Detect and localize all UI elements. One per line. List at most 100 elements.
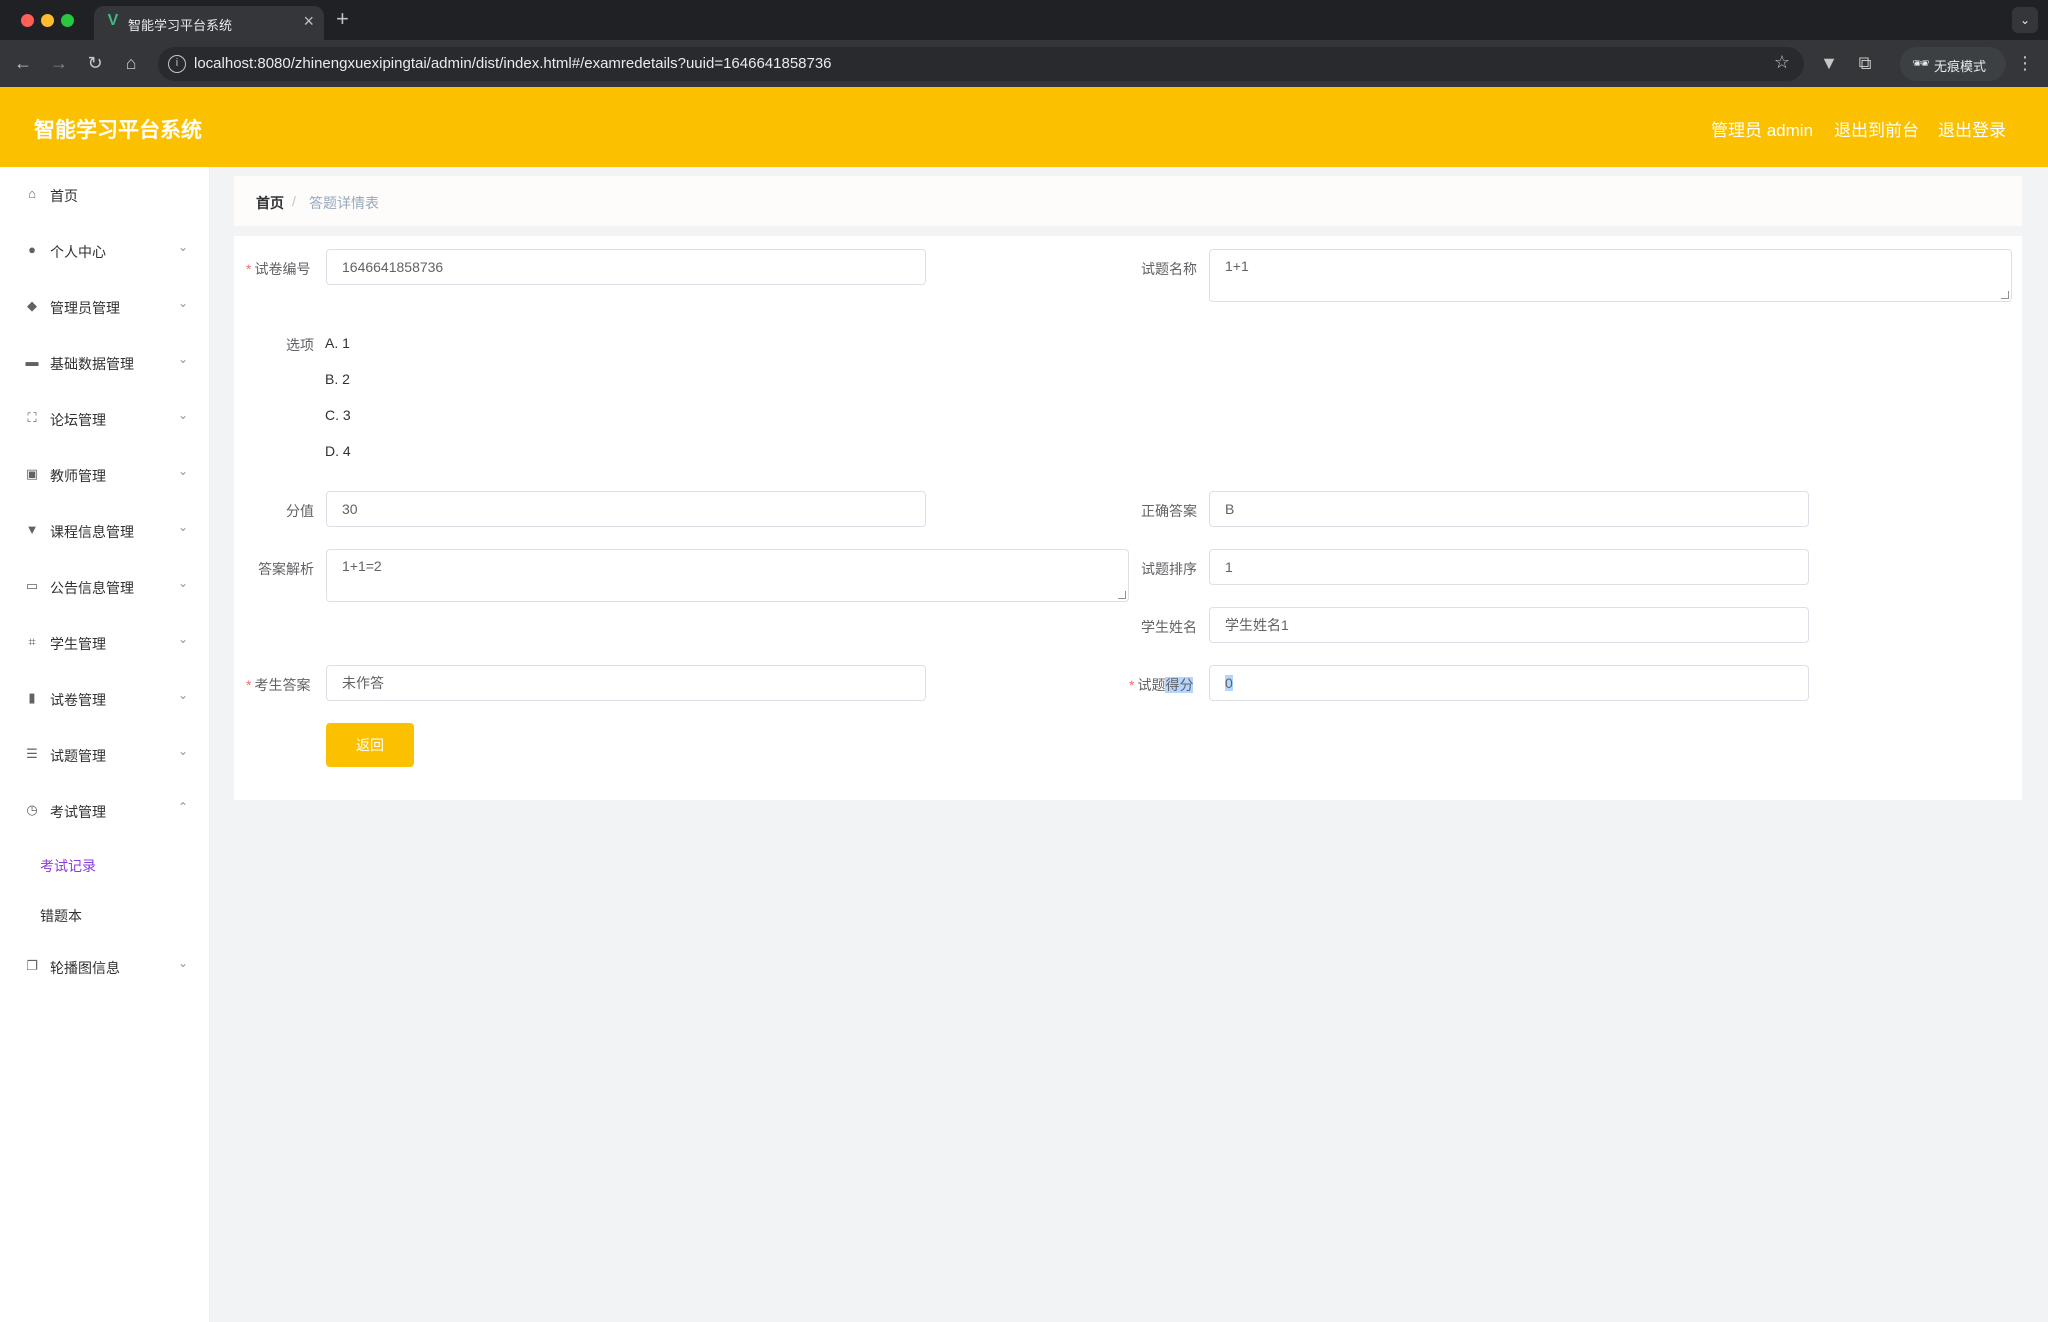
vue-logo-icon: V (107, 12, 119, 29)
resize-handle-icon[interactable] (1118, 591, 1126, 599)
chevron-down-icon: ⌄ (178, 240, 189, 254)
browser-toolbar: ← → ↻ ⌂ i localhost:8080/zhinengxuexipin… (0, 40, 2048, 87)
vue-devtools-icon[interactable]: ▼ (1816, 50, 1842, 76)
student-answer-label-text: 考生答案 (254, 677, 311, 693)
sidebar-subitem-wrong-book[interactable]: 错题本 (0, 889, 210, 939)
option-b: B. 2 (325, 371, 350, 387)
student-name-input[interactable]: 学生姓名1 (1209, 607, 1809, 643)
correct-answer-label: 正确答案 (1141, 503, 1197, 519)
notice-icon: ▭ (25, 578, 39, 593)
paper-icon: ▮ (28, 690, 36, 705)
sidebar-item-basic-data[interactable]: ▬ 基础数据管理 ⌄ (0, 335, 210, 391)
sidebar-subitem-exam-records[interactable]: 考试记录 (0, 839, 210, 889)
new-tab-button[interactable]: + (336, 6, 349, 32)
bookmark-star-icon[interactable]: ☆ (1774, 52, 1790, 73)
required-mark: * (1129, 677, 1135, 693)
back-button[interactable]: 返回 (326, 723, 414, 767)
back-arrow-icon[interactable]: ← (10, 50, 36, 76)
question-icon: ☰ (26, 746, 38, 761)
exit-to-front-link[interactable]: 退出到前台 (1834, 116, 1919, 141)
correct-answer-input[interactable]: B (1209, 491, 1809, 527)
sidebar-item-label: 试题管理 (50, 748, 106, 764)
browser-tab[interactable]: V 智能学习平台系统 × (94, 6, 324, 40)
chevron-down-icon: ⌄ (178, 296, 189, 310)
analysis-textarea[interactable]: 1+1=2 (326, 549, 1129, 602)
sidebar-item-home[interactable]: ⌂ 首页 (0, 167, 210, 223)
chevron-down-icon: ⌄ (178, 464, 189, 478)
incognito-icon: 🕶 (1912, 55, 1930, 71)
chevron-down-icon: ⌄ (178, 520, 189, 534)
sidebar-item-label: 基础数据管理 (50, 356, 134, 372)
analysis-label: 答案解析 (258, 561, 314, 577)
chevron-down-icon: ⌄ (178, 744, 189, 758)
student-name-label: 学生姓名 (1141, 619, 1197, 635)
sidebar-item-teacher[interactable]: ▣ 教师管理 ⌄ (0, 447, 210, 503)
student-answer-label: * 考生答案 (246, 675, 310, 695)
chevron-up-icon: ⌃ (178, 800, 189, 814)
carousel-icon: ❐ (26, 958, 38, 973)
question-score-label-selected: 得分 (1165, 677, 1194, 693)
window-maximize-button[interactable] (61, 14, 74, 27)
question-score-label-text: 试题 (1137, 677, 1166, 693)
sidebar-item-student[interactable]: ⌗ 学生管理 ⌄ (0, 615, 210, 671)
sidebar-item-exam[interactable]: ◷ 考试管理 ⌃ (0, 783, 210, 839)
app-header: 智能学习平台系统 管理员 admin 退出到前台 退出登录 (0, 87, 2048, 167)
home-browser-icon[interactable]: ⌂ (118, 50, 144, 76)
site-info-icon[interactable]: i (168, 55, 186, 73)
breadcrumb-separator: / (292, 193, 296, 209)
sidebar-item-question[interactable]: ☰ 试题管理 ⌄ (0, 727, 210, 783)
sidebar-item-notice[interactable]: ▭ 公告信息管理 ⌄ (0, 559, 210, 615)
chevron-down-icon: ⌄ (178, 956, 189, 970)
window-minimize-button[interactable] (41, 14, 54, 27)
exam-icon: ◷ (26, 802, 38, 817)
question-name-textarea[interactable]: 1+1 (1209, 249, 2012, 302)
forward-arrow-icon[interactable]: → (46, 50, 72, 76)
analysis-text: 1+1=2 (342, 558, 382, 574)
sidebar-item-paper[interactable]: ▮ 试卷管理 ⌄ (0, 671, 210, 727)
breadcrumb-home[interactable]: 首页 (256, 193, 284, 213)
home-icon: ⌂ (28, 186, 36, 201)
url-text[interactable]: localhost:8080/zhinengxuexipingtai/admin… (194, 55, 832, 72)
window-close-button[interactable] (21, 14, 34, 27)
data-icon: ▬ (25, 354, 39, 369)
sidebar-item-admin-management[interactable]: ◆ 管理员管理 ⌄ (0, 279, 210, 335)
sidebar-subitem-label: 考试记录 (40, 858, 96, 874)
resize-handle-icon[interactable] (2001, 291, 2009, 299)
question-score-input[interactable]: 0 (1209, 665, 1809, 701)
options-label: 选项 (286, 337, 314, 353)
order-input[interactable]: 1 (1209, 549, 1809, 585)
tab-search-button[interactable]: ⌄ (2012, 7, 2038, 33)
paper-id-input[interactable]: 1646641858736 (326, 249, 926, 285)
browser-tab-bar: V 智能学习平台系统 × + ⌄ (0, 0, 2048, 40)
student-answer-input[interactable]: 未作答 (326, 665, 926, 701)
sidebar-item-personal-center[interactable]: ● 个人中心 ⌄ (0, 223, 210, 279)
student-icon: ⌗ (28, 634, 36, 649)
reload-icon[interactable]: ↻ (82, 50, 108, 76)
breadcrumb-current: 答题详情表 (309, 195, 379, 211)
score-input[interactable]: 30 (326, 491, 926, 527)
sidebar-item-label: 管理员管理 (50, 300, 120, 316)
sidebar-item-label: 公告信息管理 (50, 580, 134, 596)
extensions-icon[interactable]: ⧉ (1852, 50, 1878, 76)
browser-menu-icon[interactable]: ⋮ (2012, 50, 2038, 76)
paper-id-label: * 试卷编号 (246, 259, 310, 279)
sidebar-item-label: 个人中心 (50, 244, 106, 260)
sidebar-item-label: 学生管理 (50, 636, 106, 652)
course-icon: ▼ (25, 522, 39, 537)
tab-close-icon[interactable]: × (303, 11, 314, 31)
sidebar-item-label: 课程信息管理 (50, 524, 134, 540)
question-score-label: * 试题得分 (1129, 675, 1194, 695)
required-mark: * (246, 677, 252, 693)
option-a: A. 1 (325, 335, 350, 351)
sidebar-item-course[interactable]: ▼ 课程信息管理 ⌄ (0, 503, 210, 559)
user-icon: ● (28, 242, 36, 257)
score-label: 分值 (286, 503, 314, 519)
app-title: 智能学习平台系统 (34, 119, 202, 142)
incognito-badge[interactable]: 🕶 无痕模式 (1900, 47, 2006, 81)
sidebar-subitem-label: 错题本 (40, 908, 82, 924)
sidebar-item-label: 试卷管理 (50, 692, 106, 708)
sidebar-item-forum[interactable]: ⛶ 论坛管理 ⌄ (0, 391, 210, 447)
sidebar-item-carousel[interactable]: ❐ 轮播图信息 ⌄ (0, 939, 210, 995)
logout-link[interactable]: 退出登录 (1938, 116, 2006, 141)
address-bar[interactable]: i localhost:8080/zhinengxuexipingtai/adm… (158, 47, 1804, 81)
